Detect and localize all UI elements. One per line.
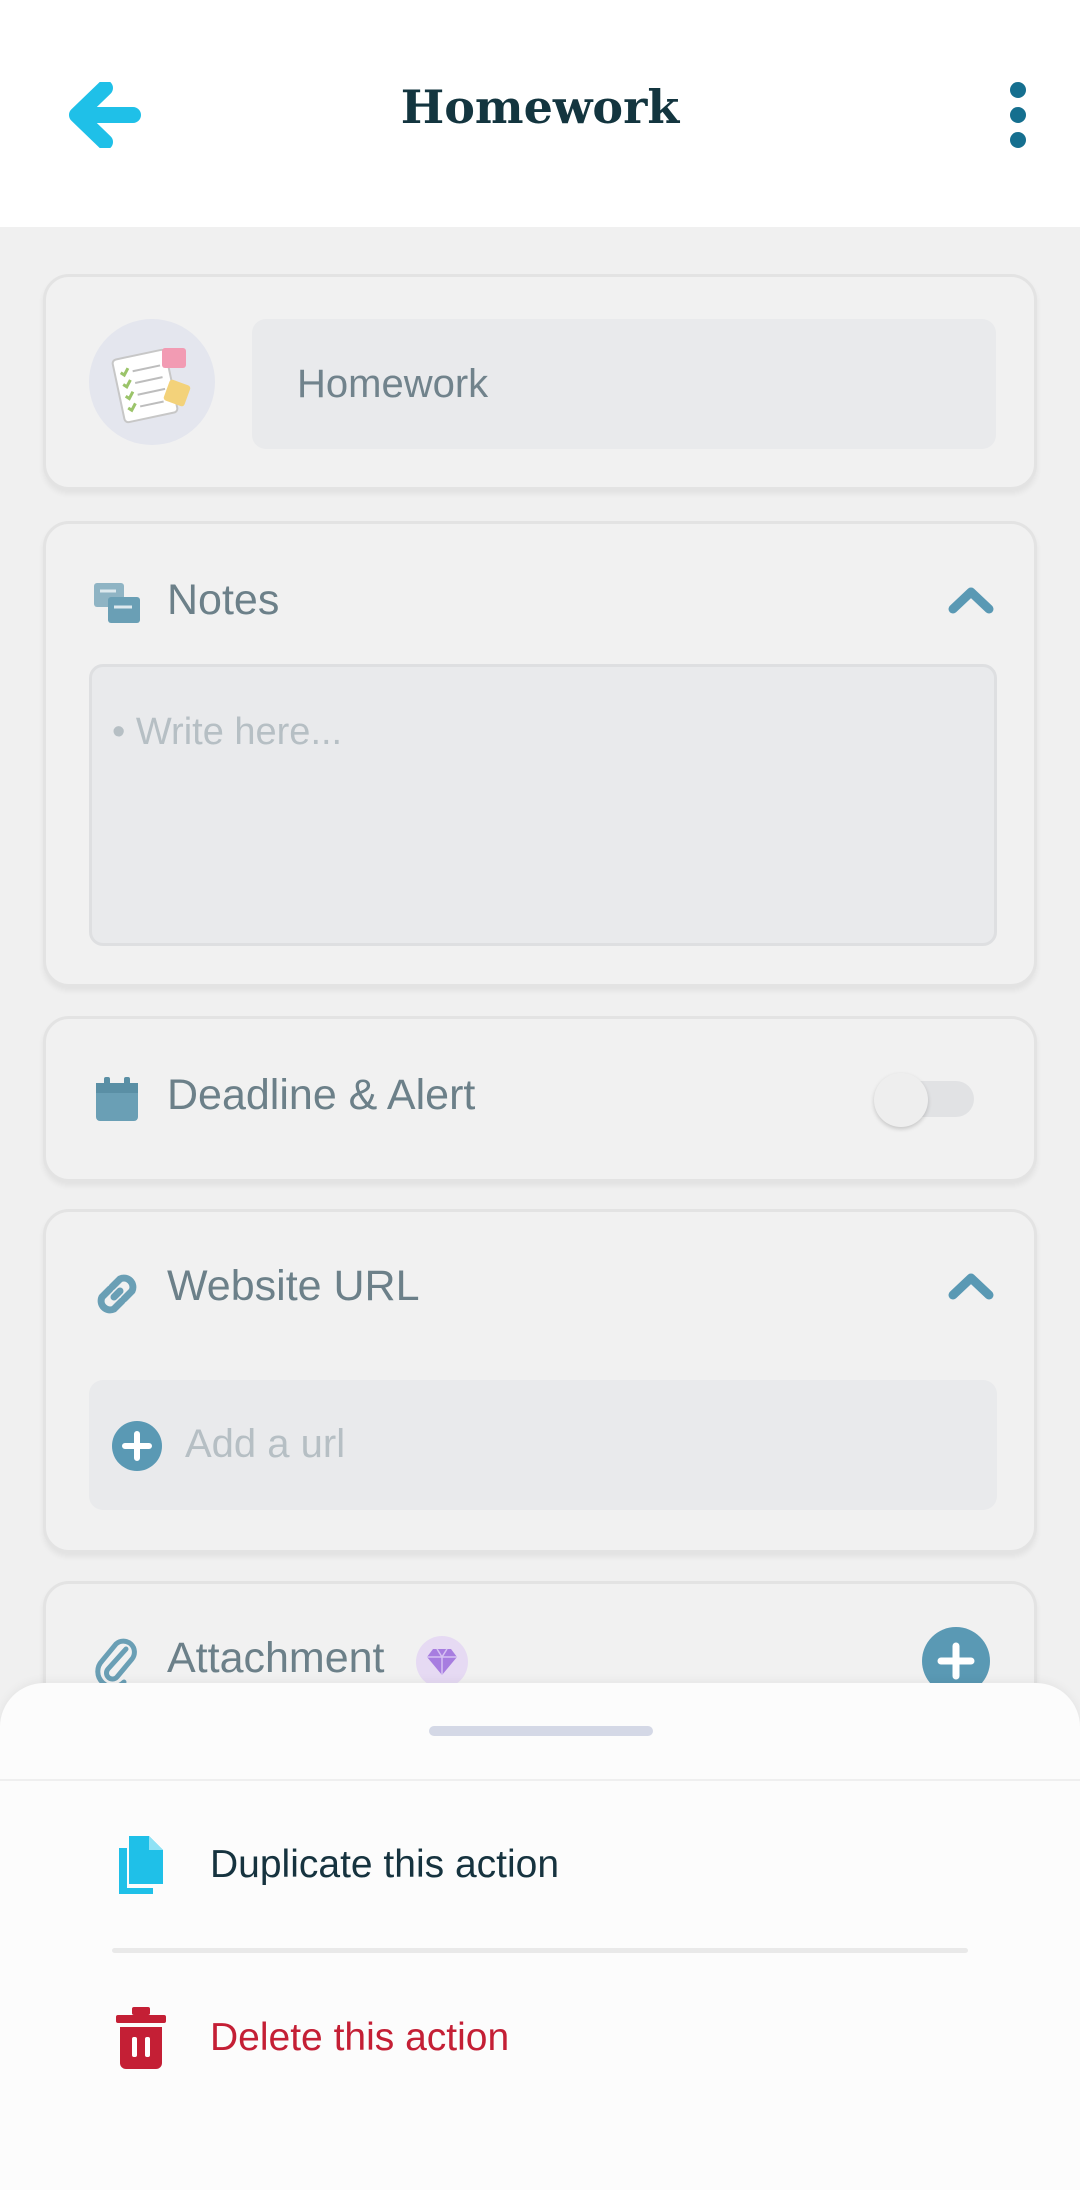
add-url-field[interactable]: Add a url xyxy=(89,1380,997,1510)
calendar-icon xyxy=(89,1071,145,1127)
trash-icon xyxy=(112,2005,170,2071)
sheet-drag-handle[interactable] xyxy=(429,1726,653,1736)
more-dot xyxy=(1010,132,1026,148)
deadline-toggle[interactable] xyxy=(874,1073,974,1127)
more-options-button[interactable] xyxy=(990,72,1046,158)
premium-gem-icon xyxy=(416,1636,468,1688)
duplicate-action-button[interactable]: Duplicate this action xyxy=(112,1815,972,1915)
checklist-illustration-icon xyxy=(111,348,191,424)
more-dot xyxy=(1010,107,1026,123)
attachment-label: Attachment xyxy=(167,1634,385,1682)
notes-label: Notes xyxy=(167,576,280,624)
sticky-notes-icon xyxy=(89,576,145,632)
deadline-label: Deadline & Alert xyxy=(167,1071,476,1119)
paperclip-icon xyxy=(89,1634,145,1690)
sheet-item-divider xyxy=(112,1948,968,1953)
website-url-card: Website URL Add a url xyxy=(43,1209,1037,1553)
delete-action-button[interactable]: Delete this action xyxy=(112,1988,972,2088)
action-avatar[interactable] xyxy=(89,319,215,445)
duplicate-action-label: Duplicate this action xyxy=(210,1843,560,1886)
toggle-knob xyxy=(874,1073,928,1127)
notes-collapse-button[interactable] xyxy=(941,574,1001,624)
notes-textarea[interactable]: • Write here... xyxy=(89,664,997,946)
add-url-placeholder: Add a url xyxy=(185,1422,346,1466)
link-icon xyxy=(89,1266,145,1322)
duplicate-icon xyxy=(112,1832,170,1898)
website-url-label: Website URL xyxy=(167,1262,420,1310)
page-title: Homework xyxy=(400,80,680,134)
action-name-input[interactable]: Homework xyxy=(252,319,996,449)
chevron-up-icon xyxy=(948,1273,994,1300)
deadline-card: Deadline & Alert xyxy=(43,1016,1037,1182)
plus-circle-icon xyxy=(112,1421,162,1471)
action-options-sheet xyxy=(0,1683,1080,2190)
sheet-divider xyxy=(0,1779,1080,1781)
name-card: Homework xyxy=(43,274,1037,490)
app-header: Homework xyxy=(0,0,1080,227)
notes-card: Notes • Write here... xyxy=(43,521,1037,987)
url-collapse-button[interactable] xyxy=(941,1260,1001,1310)
delete-action-label: Delete this action xyxy=(210,2016,510,2059)
chevron-up-icon xyxy=(948,587,994,614)
more-vertical-icon xyxy=(1010,82,1026,98)
